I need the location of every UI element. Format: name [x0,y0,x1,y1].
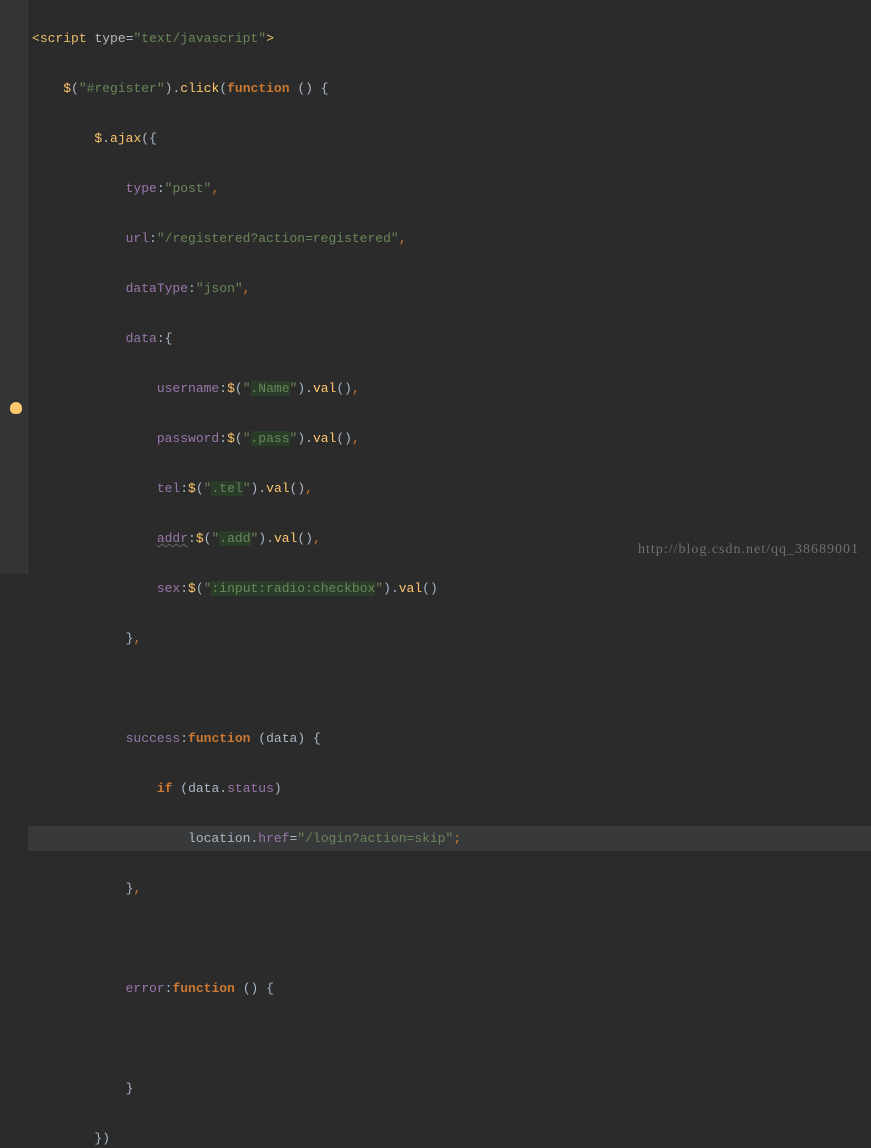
code-line: password:$(".pass").val(), [32,426,871,451]
code-line: if (data.status) [32,776,871,801]
code-line: $.ajax({ [32,126,871,151]
code-line: error:function () { [32,976,871,1001]
code-line: data:{ [32,326,871,351]
code-line: url:"/registered?action=registered", [32,226,871,251]
code-editor[interactable]: <script type="text/javascript"> $("#regi… [28,1,871,1148]
code-line-highlighted: location.href="/login?action=skip"; [28,826,871,851]
code-line: tel:$(".tel").val(), [32,476,871,501]
code-line: sex:$(":input:radio:checkbox").val() [32,576,871,601]
code-line: }, [32,626,871,651]
editor-gutter [0,0,28,574]
code-line [32,926,871,951]
code-line: <script type="text/javascript"> [32,26,871,51]
code-line: type:"post", [32,176,871,201]
code-line: success:function (data) { [32,726,871,751]
code-line [32,1026,871,1051]
lightbulb-icon[interactable] [10,402,22,414]
code-line [32,676,871,701]
code-line: }) [32,1126,871,1148]
code-line: username:$(".Name").val(), [32,376,871,401]
code-line: } [32,1076,871,1101]
code-line: }, [32,876,871,901]
watermark-text: http://blog.csdn.net/qq_38689001 [638,537,859,562]
code-line: $("#register").click(function () { [32,76,871,101]
code-line: dataType:"json", [32,276,871,301]
